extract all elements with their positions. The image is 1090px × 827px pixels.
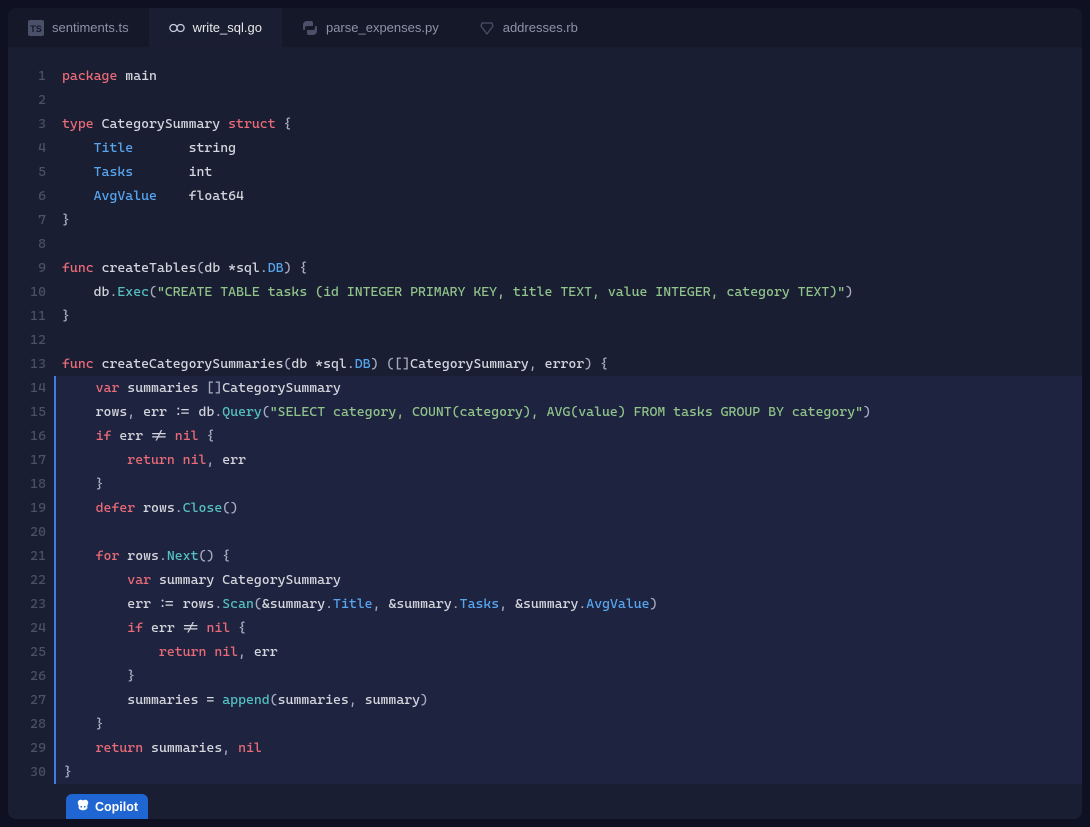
copilot-label: Copilot (95, 800, 138, 814)
code-line[interactable]: } (56, 304, 1082, 328)
copilot-icon (76, 798, 90, 815)
code-line[interactable]: err := rows.Scan(&summary.Title, &summar… (54, 592, 1082, 616)
line-number: 1 (8, 64, 46, 88)
line-number: 22 (8, 568, 46, 592)
code-line[interactable]: return summaries, nil (54, 736, 1082, 760)
line-number: 29 (8, 736, 46, 760)
go-icon (169, 20, 185, 36)
line-number: 17 (8, 448, 46, 472)
code-line[interactable]: } (56, 208, 1082, 232)
line-number: 3 (8, 112, 46, 136)
line-number: 5 (8, 160, 46, 184)
code-line[interactable]: Tasks int (56, 160, 1082, 184)
code-line[interactable]: return nil, err (54, 640, 1082, 664)
code-line[interactable]: type CategorySummary struct { (56, 112, 1082, 136)
code-line[interactable]: summaries = append(summaries, summary) (54, 688, 1082, 712)
line-number: 7 (8, 208, 46, 232)
line-number: 19 (8, 496, 46, 520)
line-number: 26 (8, 664, 46, 688)
line-number: 12 (8, 328, 46, 352)
gutter: 1234567891011121314151617181920212223242… (8, 64, 56, 819)
line-number: 15 (8, 400, 46, 424)
line-number: 4 (8, 136, 46, 160)
code-line[interactable]: func createCategorySummaries(db *sql.DB)… (56, 352, 1082, 376)
code-line[interactable]: defer rows.Close() (54, 496, 1082, 520)
line-number: 27 (8, 688, 46, 712)
code-line[interactable]: } (54, 664, 1082, 688)
line-number: 21 (8, 544, 46, 568)
tab-label: sentiments.ts (52, 20, 129, 35)
line-number: 9 (8, 256, 46, 280)
line-number: 25 (8, 640, 46, 664)
copilot-suggestion-block[interactable]: var summaries []CategorySummary rows, er… (56, 376, 1082, 784)
code-line[interactable]: rows, err := db.Query("SELECT category, … (54, 400, 1082, 424)
line-number: 20 (8, 520, 46, 544)
ruby-icon (479, 20, 495, 36)
code-line[interactable]: db.Exec("CREATE TABLE tasks (id INTEGER … (56, 280, 1082, 304)
code-line[interactable]: } (54, 472, 1082, 496)
code-line[interactable]: var summary CategorySummary (54, 568, 1082, 592)
code-line[interactable]: Title string (56, 136, 1082, 160)
tab-sentiments[interactable]: TS sentiments.ts (8, 8, 149, 47)
code-line[interactable]: return nil, err (54, 448, 1082, 472)
code-line[interactable] (56, 232, 1082, 256)
line-number: 28 (8, 712, 46, 736)
code-line[interactable]: for rows.Next() { (54, 544, 1082, 568)
code-line[interactable]: var summaries []CategorySummary (54, 376, 1082, 400)
line-number: 8 (8, 232, 46, 256)
line-number: 2 (8, 88, 46, 112)
editor-window: TS sentiments.ts write_sql.go parse_expe… (8, 8, 1082, 819)
tab-write-sql[interactable]: write_sql.go (149, 8, 282, 47)
code-line[interactable] (54, 520, 1082, 544)
line-number: 30 (8, 760, 46, 784)
line-number: 16 (8, 424, 46, 448)
line-number: 6 (8, 184, 46, 208)
code-line[interactable] (56, 88, 1082, 112)
copilot-badge[interactable]: Copilot (66, 794, 148, 819)
code-line[interactable]: if err != nil { (54, 616, 1082, 640)
code-line[interactable]: } (54, 712, 1082, 736)
code-line[interactable]: } (54, 760, 1082, 784)
code-content[interactable]: package main type CategorySummary struct… (56, 64, 1082, 819)
line-number: 23 (8, 592, 46, 616)
code-line[interactable]: AvgValue float64 (56, 184, 1082, 208)
code-line[interactable]: func createTables(db *sql.DB) { (56, 256, 1082, 280)
ts-icon: TS (28, 20, 44, 36)
line-number: 13 (8, 352, 46, 376)
svg-text:TS: TS (30, 24, 42, 34)
tab-bar: TS sentiments.ts write_sql.go parse_expe… (8, 8, 1082, 48)
tab-label: addresses.rb (503, 20, 578, 35)
code-line[interactable]: package main (56, 64, 1082, 88)
python-icon (302, 20, 318, 36)
line-number: 10 (8, 280, 46, 304)
line-number: 24 (8, 616, 46, 640)
tab-label: parse_expenses.py (326, 20, 439, 35)
code-area[interactable]: 1234567891011121314151617181920212223242… (8, 48, 1082, 819)
tab-addresses[interactable]: addresses.rb (459, 8, 598, 47)
code-line[interactable]: if err != nil { (54, 424, 1082, 448)
code-line[interactable] (56, 328, 1082, 352)
tab-parse-expenses[interactable]: parse_expenses.py (282, 8, 459, 47)
line-number: 14 (8, 376, 46, 400)
tab-label: write_sql.go (193, 20, 262, 35)
line-number: 18 (8, 472, 46, 496)
line-number: 11 (8, 304, 46, 328)
